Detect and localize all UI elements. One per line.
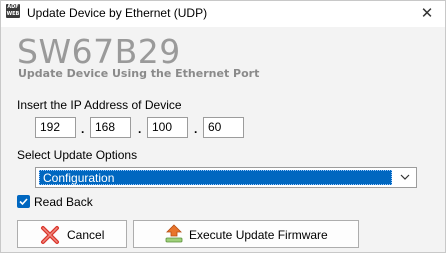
checkmark-icon bbox=[19, 198, 28, 206]
chevron-down-icon bbox=[400, 174, 410, 180]
title-bar: ADF WEB Update Device by Ethernet (UDP) … bbox=[1, 1, 445, 27]
cancel-label: Cancel bbox=[67, 228, 105, 242]
window-title: Update Device by Ethernet (UDP) bbox=[27, 6, 208, 20]
ip-address-label: Insert the IP Address of Device bbox=[17, 98, 182, 112]
page-subtitle: Update Device Using the Ethernet Port bbox=[18, 67, 260, 80]
update-options-label: Select Update Options bbox=[17, 148, 138, 162]
close-button[interactable]: ✕ bbox=[415, 1, 439, 25]
ip-separator: . bbox=[138, 122, 142, 136]
cancel-button[interactable]: Cancel bbox=[17, 220, 127, 248]
execute-update-button[interactable]: Execute Update Firmware bbox=[133, 220, 359, 248]
execute-update-label: Execute Update Firmware bbox=[189, 228, 328, 242]
update-options-select[interactable]: Configuration bbox=[35, 167, 417, 188]
close-icon: ✕ bbox=[420, 4, 434, 22]
ip-separator: . bbox=[81, 122, 85, 136]
cancel-x-icon bbox=[41, 226, 59, 244]
product-name: SW67B29 bbox=[17, 32, 181, 71]
update-device-dialog: ADF WEB Update Device by Ethernet (UDP) … bbox=[0, 0, 446, 253]
read-back-label: Read Back bbox=[34, 195, 93, 209]
app-icon: ADF WEB bbox=[6, 4, 20, 18]
selected-option: Configuration bbox=[39, 170, 392, 185]
ip-octet-4-input[interactable]: 60 bbox=[203, 117, 244, 138]
ip-octet-1-input[interactable]: 192 bbox=[35, 117, 76, 138]
ip-separator: . bbox=[194, 122, 198, 136]
firmware-upload-icon bbox=[165, 224, 183, 243]
ip-octet-2-input[interactable]: 168 bbox=[90, 117, 131, 138]
read-back-checkbox[interactable] bbox=[17, 195, 30, 208]
ip-octet-3-input[interactable]: 100 bbox=[147, 117, 188, 138]
